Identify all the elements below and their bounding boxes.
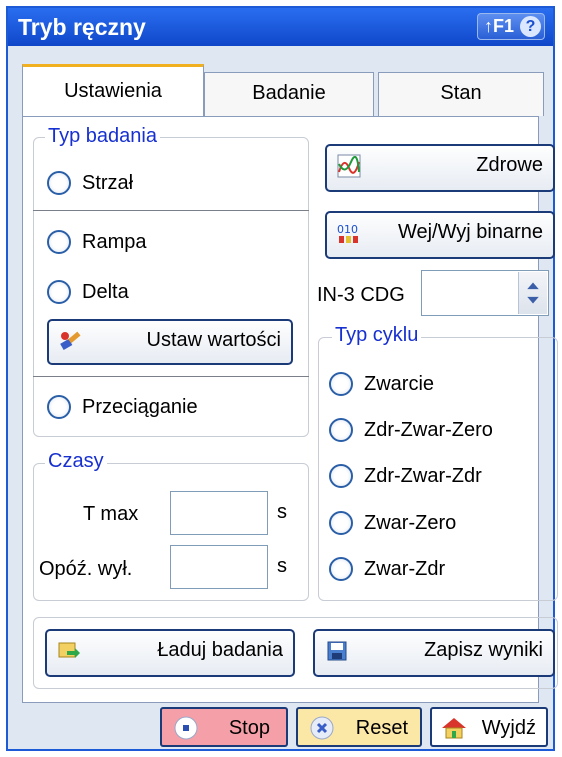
save-results-label: Zapisz wyniki [424, 639, 543, 661]
exit-label: Wyjdź [481, 717, 536, 739]
times-legend: Czasy [45, 450, 107, 473]
tab-settings[interactable]: Ustawienia [22, 64, 204, 116]
healthy-button[interactable]: Zdrowe [325, 144, 555, 192]
radio-label: Delta [82, 281, 129, 303]
radio-circle[interactable] [47, 230, 71, 254]
tab-test[interactable]: Badanie [204, 72, 374, 116]
reset-button[interactable]: Reset [296, 707, 422, 747]
load-folder-icon [58, 642, 80, 658]
bottom-bar: Stop Reset Wyjdź [8, 703, 553, 749]
tab-status[interactable]: Stan [378, 72, 544, 116]
radio-circle[interactable] [47, 395, 71, 419]
radio-zdr-zwar-zdr[interactable]: Zdr-Zwar-Zdr [329, 462, 539, 492]
radio-delta[interactable]: Delta [47, 278, 247, 308]
exit-button[interactable]: Wyjdź [430, 707, 548, 747]
stop-icon [174, 716, 198, 740]
radio-circle[interactable] [47, 280, 71, 304]
load-tests-button[interactable]: Ładuj badania [45, 629, 295, 677]
separator [33, 210, 309, 211]
tmax-input[interactable] [170, 491, 268, 535]
help-icon: ? [520, 16, 541, 37]
delay-unit: s [277, 555, 287, 577]
radio-label: Zwar-Zdr [364, 558, 446, 580]
radio-label: Strzał [82, 172, 134, 194]
radio-circle[interactable] [329, 418, 353, 442]
in3-cdg-spinbox[interactable] [421, 270, 549, 316]
cycle-type-legend: Typ cyklu [332, 324, 422, 347]
help-f1-button[interactable]: ↑F1 ? [477, 13, 545, 40]
separator [33, 376, 309, 377]
title-bar: Tryb ręczny ↑F1 ? [8, 8, 553, 46]
delay-label: Opóź. wył. [39, 558, 133, 580]
radio-label: Zdr-Zwar-Zero [364, 419, 493, 441]
binary-io-label: Wej/Wyj binarne [397, 221, 543, 243]
tab-strip: Ustawienia Badanie Stan [8, 64, 553, 116]
radio-zwar-zdr[interactable]: Zwar-Zdr [329, 555, 529, 585]
radio-label: Przeciąganie [82, 396, 198, 418]
set-values-button[interactable]: Ustaw wartości [47, 319, 293, 365]
radio-label: Zwar-Zero [364, 512, 457, 534]
waveform-chart-icon [337, 154, 361, 178]
set-values-label: Ustaw wartości [146, 329, 281, 351]
in3-cdg-label: IN-3 CDG [317, 284, 405, 306]
radio-zwar-zero[interactable]: Zwar-Zero [329, 509, 529, 539]
help-f1-label: ↑F1 [484, 16, 515, 36]
edit-values-icon [60, 331, 81, 350]
radio-rampa[interactable]: Rampa [47, 228, 247, 258]
window-title: Tryb ręczny [18, 14, 146, 40]
radio-przeciaganie[interactable]: Przeciąganie [47, 393, 267, 423]
radio-circle[interactable] [329, 464, 353, 488]
home-icon [442, 718, 466, 739]
settings-panel: Typ badania Strzał Rampa Delta Ustaw war… [22, 116, 558, 703]
test-type-legend: Typ badania [45, 125, 160, 148]
radio-strzal[interactable]: Strzał [47, 169, 247, 199]
radio-circle[interactable] [329, 511, 353, 535]
healthy-label: Zdrowe [476, 154, 543, 176]
radio-label: Zdr-Zwar-Zdr [364, 465, 482, 487]
save-disk-icon [327, 641, 347, 661]
stop-label: Stop [228, 717, 270, 739]
radio-zdr-zwar-zero[interactable]: Zdr-Zwar-Zero [329, 416, 539, 446]
reset-label: Reset [355, 717, 408, 739]
manual-mode-window: Tryb ręczny ↑F1 ? Ustawienia Badanie Sta… [6, 6, 558, 751]
spin-buttons[interactable] [518, 272, 547, 314]
save-results-button[interactable]: Zapisz wyniki [313, 629, 555, 677]
delay-input[interactable] [170, 545, 268, 589]
radio-zwarcie[interactable]: Zwarcie [329, 370, 529, 400]
tmax-label: T max [83, 503, 139, 525]
radio-circle[interactable] [47, 171, 71, 195]
binary-io-icon: 010 [337, 223, 358, 243]
radio-label: Zwarcie [364, 373, 435, 395]
radio-label: Rampa [82, 231, 147, 253]
stop-button[interactable]: Stop [160, 707, 288, 747]
radio-circle[interactable] [329, 372, 353, 396]
binary-io-button[interactable]: 010 Wej/Wyj binarne [325, 211, 555, 259]
radio-circle[interactable] [329, 557, 353, 581]
spin-arrows-icon [527, 282, 539, 304]
svg-text:010: 010 [337, 223, 358, 236]
reset-icon [310, 716, 334, 740]
tmax-unit: s [277, 501, 287, 523]
load-tests-label: Ładuj badania [157, 639, 283, 661]
